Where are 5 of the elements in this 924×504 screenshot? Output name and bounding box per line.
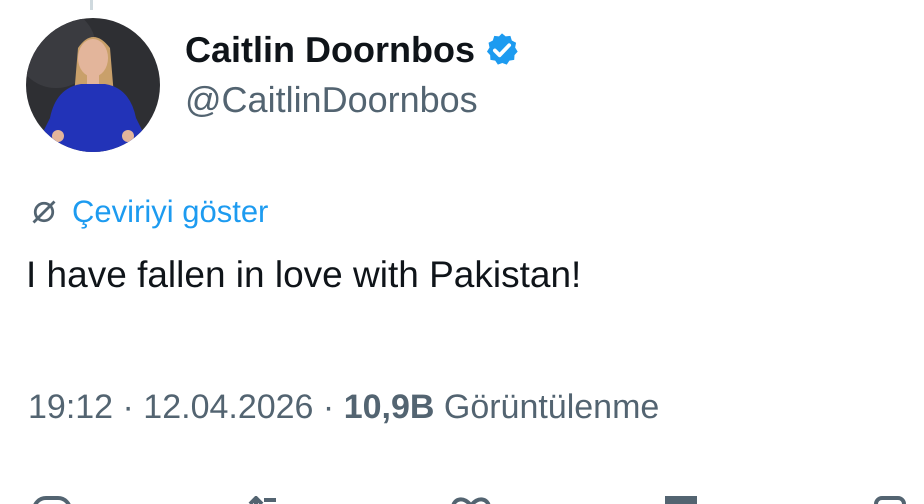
tweet-text: I have fallen in love with Pakistan! xyxy=(26,253,582,297)
author-handle[interactable]: @CaitlinDoornbos xyxy=(185,78,521,122)
author-name[interactable]: Caitlin Doornbos xyxy=(185,28,475,72)
tweet-meta: 19:12 · 12.04.2026 · 10,9B Görüntülenme xyxy=(28,387,660,428)
translate-icon xyxy=(30,198,58,226)
